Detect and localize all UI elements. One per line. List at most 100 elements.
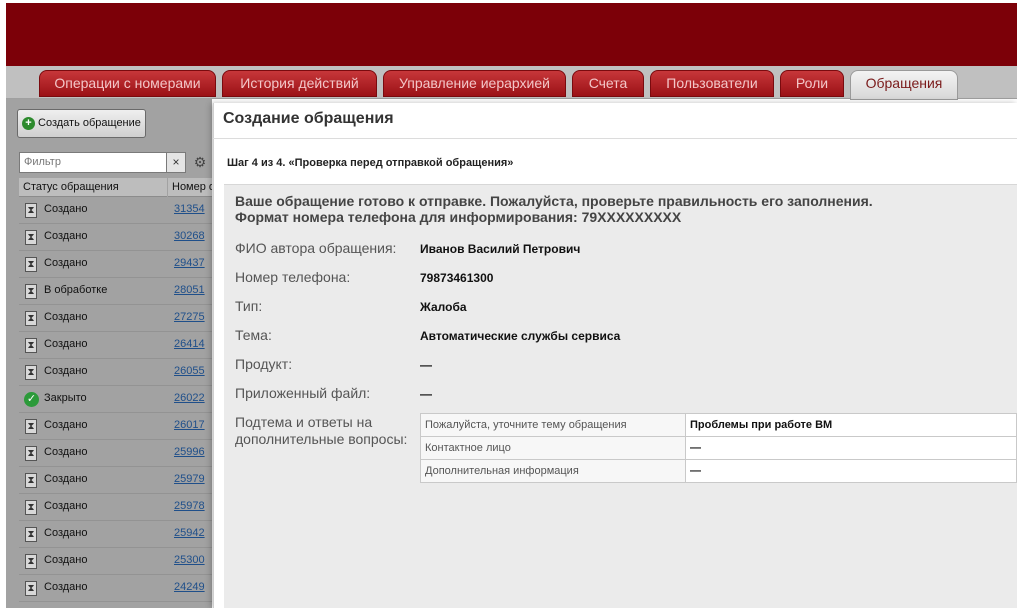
list-item[interactable]: ✓ Закрыто 26022 <box>19 386 212 413</box>
list-item[interactable]: ⧗ Создано 25978 <box>19 494 212 521</box>
attached-file-value: — <box>420 387 432 401</box>
status-text: Создано <box>44 581 88 593</box>
table-row: Дополнительная информация — <box>420 459 1017 483</box>
hourglass-icon: ⧗ <box>25 203 37 218</box>
column-header-number[interactable]: Номер о <box>168 178 212 197</box>
status-text: Создано <box>44 257 88 269</box>
column-header-status[interactable]: Статус обращения <box>19 178 167 197</box>
hourglass-icon: ⧗ <box>25 446 37 461</box>
request-number-link[interactable]: 27275 <box>174 311 205 323</box>
table-row: Пожалуйста, уточните тему обращения Проб… <box>420 413 1017 437</box>
intro-line-1: Ваше обращение готово к отправке. Пожалу… <box>235 193 873 209</box>
request-number-link[interactable]: 24249 <box>174 581 205 593</box>
question-cell: Дополнительная информация <box>420 459 686 483</box>
question-cell: Пожалуйста, уточните тему обращения <box>420 413 686 437</box>
request-number-link[interactable]: 29437 <box>174 257 205 269</box>
list-item[interactable]: ⧗ В обработке 28051 <box>19 278 212 305</box>
tab-hierarchy-management[interactable]: Управление иерархией <box>383 70 566 97</box>
table-row: Контактное лицо — <box>420 436 1017 460</box>
question-cell: Контактное лицо <box>420 436 686 460</box>
request-number-link[interactable]: 30268 <box>174 230 205 242</box>
list-item[interactable]: ⧗ Создано 25942 <box>19 521 212 548</box>
list-item[interactable]: ⧗ Создано 24249 <box>19 575 212 602</box>
tab-requests[interactable]: Обращения <box>850 70 958 100</box>
status-text: Создано <box>44 446 88 458</box>
filter-input[interactable]: Фильтр <box>19 152 167 173</box>
status-text: В обработке <box>44 284 108 296</box>
request-number-link[interactable]: 28051 <box>174 284 205 296</box>
topic-label: Тема: <box>235 327 272 343</box>
status-text: Создано <box>44 554 88 566</box>
phone-value: 79873461300 <box>420 271 494 285</box>
answer-cell: Проблемы при работе ВМ <box>685 413 1017 437</box>
request-number-link[interactable]: 25996 <box>174 446 205 458</box>
status-text: Создано <box>44 419 88 431</box>
tab-roles[interactable]: Роли <box>780 70 844 97</box>
list-item[interactable]: ⧗ Создано 30268 <box>19 224 212 251</box>
answer-cell: — <box>685 436 1017 460</box>
list-item[interactable]: ⧗ Создано 25979 <box>19 467 212 494</box>
header-bar <box>6 3 1017 66</box>
request-number-link[interactable]: 26414 <box>174 338 205 350</box>
tab-number-operations[interactable]: Операции с номерами <box>39 70 216 97</box>
tab-action-history[interactable]: История действий <box>222 70 377 97</box>
tab-accounts[interactable]: Счета <box>572 70 644 97</box>
list-item[interactable]: ⧗ Создано 26017 <box>19 413 212 440</box>
request-number-link[interactable]: 25979 <box>174 473 205 485</box>
list-item[interactable]: ⧗ Создано 25300 <box>19 548 212 575</box>
hourglass-icon: ⧗ <box>25 311 37 326</box>
status-text: Закрыто <box>44 392 87 404</box>
subtopics-table: Пожалуйста, уточните тему обращения Проб… <box>420 413 1017 483</box>
status-text: Создано <box>44 365 88 377</box>
hourglass-icon: ⧗ <box>25 338 37 353</box>
hourglass-icon: ⧗ <box>25 257 37 272</box>
status-text: Создано <box>44 527 88 539</box>
request-number-link[interactable]: 31354 <box>174 203 205 215</box>
product-value: — <box>420 358 432 372</box>
author-name-value: Иванов Василий Петрович <box>420 242 581 256</box>
attached-file-label: Приложенный файл: <box>235 385 371 401</box>
create-request-button[interactable]: + Создать обращение <box>17 109 146 138</box>
status-text: Создано <box>44 311 88 323</box>
answer-cell: — <box>685 459 1017 483</box>
status-text: Создано <box>44 473 88 485</box>
hourglass-icon: ⧗ <box>25 230 37 245</box>
hourglass-icon: ⧗ <box>25 500 37 515</box>
list-item[interactable]: ⧗ Создано 29437 <box>19 251 212 278</box>
request-number-link[interactable]: 25942 <box>174 527 205 539</box>
hourglass-icon: ⧗ <box>25 284 37 299</box>
list-item[interactable]: ⧗ Создано 26055 <box>19 359 212 386</box>
status-text: Создано <box>44 230 88 242</box>
filter-settings-icon[interactable]: ⚙ <box>191 153 209 171</box>
request-number-link[interactable]: 25978 <box>174 500 205 512</box>
type-label: Тип: <box>235 298 263 314</box>
create-request-label: Создать обращение <box>38 117 141 129</box>
author-name-label: ФИО автора обращения: <box>235 240 397 256</box>
divider <box>213 138 1017 139</box>
list-item[interactable]: ⧗ Создано 31354 <box>19 197 212 224</box>
tab-users[interactable]: Пользователи <box>650 70 774 97</box>
hourglass-icon: ⧗ <box>25 554 37 569</box>
status-text: Создано <box>44 500 88 512</box>
list-item[interactable]: ⧗ Создано 25996 <box>19 440 212 467</box>
request-number-link[interactable]: 26055 <box>174 365 205 377</box>
hourglass-icon: ⧗ <box>25 419 37 434</box>
review-intro: Ваше обращение готово к отправке. Пожалу… <box>235 193 873 225</box>
step-indicator: Шаг 4 из 4. «Проверка перед отправкой об… <box>227 157 514 169</box>
topic-value: Автоматические службы сервиса <box>420 329 621 343</box>
request-number-link[interactable]: 25300 <box>174 554 205 566</box>
status-text: Создано <box>44 203 88 215</box>
dialog-title: Создание обращения <box>223 110 394 127</box>
request-number-link[interactable]: 26017 <box>174 419 205 431</box>
hourglass-icon: ⧗ <box>25 473 37 488</box>
phone-label: Номер телефона: <box>235 269 351 285</box>
hourglass-icon: ⧗ <box>25 365 37 380</box>
clear-filter-button[interactable]: × <box>166 152 186 173</box>
list-item[interactable]: ⧗ Создано 27275 <box>19 305 212 332</box>
list-item[interactable]: ⧗ Создано 26414 <box>19 332 212 359</box>
product-label: Продукт: <box>235 356 293 372</box>
request-number-link[interactable]: 26022 <box>174 392 205 404</box>
type-value: Жалоба <box>420 300 467 314</box>
hourglass-icon: ⧗ <box>25 527 37 542</box>
intro-line-2: Формат номера телефона для информировани… <box>235 209 682 225</box>
